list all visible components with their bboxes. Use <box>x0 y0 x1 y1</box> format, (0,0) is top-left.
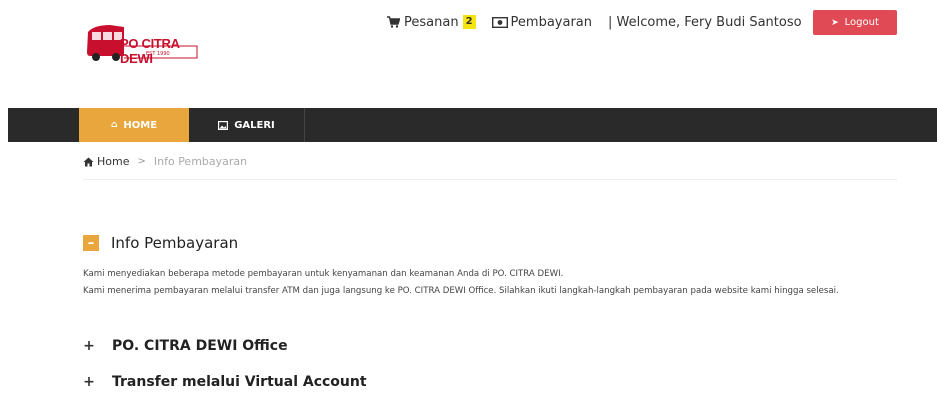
logout-icon: ➤ <box>831 17 839 28</box>
breadcrumb-home-label: Home <box>97 155 130 168</box>
accordion-label: Transfer melalui Virtual Account <box>112 374 367 390</box>
payment-link[interactable]: Pembayaran <box>491 14 592 30</box>
collapse-icon[interactable]: – <box>83 235 99 251</box>
money-icon <box>491 16 508 28</box>
description-paragraph: Kami menerima pembayaran melalui transfe… <box>83 286 839 296</box>
home-icon <box>83 157 94 166</box>
breadcrumb-divider <box>83 179 897 180</box>
payment-label: Pembayaran <box>510 14 592 30</box>
image-icon <box>218 120 229 130</box>
payment-description: Kami menyediakan beberapa metode pembaya… <box>83 266 897 300</box>
logout-button[interactable]: ➤ Logout <box>813 10 897 35</box>
logout-label: Logout <box>844 17 879 28</box>
nav-item-label: GALERI <box>234 119 275 131</box>
orders-count-badge: 2 <box>462 15 476 29</box>
home-icon: ⌂ <box>110 120 118 130</box>
page-title: Info Pembayaran <box>111 234 239 252</box>
breadcrumb-separator: > <box>137 156 146 167</box>
nav-item-label: HOME <box>123 119 158 131</box>
orders-link[interactable]: Pesanan 2 <box>387 15 476 30</box>
main-navbar: ⌂ HOME GALERI <box>8 108 937 142</box>
breadcrumb: Home > Info Pembayaran <box>83 155 247 168</box>
section-header[interactable]: – Info Pembayaran <box>83 234 238 252</box>
breadcrumb-home[interactable]: Home <box>83 155 129 168</box>
welcome-text: | Welcome, Fery Budi Santoso <box>608 14 802 30</box>
breadcrumb-current: Info Pembayaran <box>153 155 248 168</box>
cart-icon <box>387 16 400 28</box>
nav-item-galeri[interactable]: GALERI <box>189 108 305 142</box>
description-paragraph: Kami menyediakan beberapa metode pembaya… <box>83 269 564 279</box>
brand-subtitle: EST 1990 <box>146 51 170 57</box>
brand-logo[interactable]: PO CITRA DEWI EST 1990 <box>84 22 204 66</box>
top-nav: Pesanan 2 Pembayaran | Welcome, Fery Bud… <box>387 12 818 32</box>
orders-label: Pesanan <box>404 14 459 30</box>
expand-icon[interactable]: + <box>83 374 95 390</box>
nav-item-home[interactable]: ⌂ HOME <box>79 108 189 142</box>
accordion-label: PO. CITRA DEWI Office <box>112 338 288 354</box>
accordion-virtual-account[interactable]: + Transfer melalui Virtual Account <box>83 374 367 390</box>
expand-icon[interactable]: + <box>83 338 95 354</box>
accordion-office[interactable]: + PO. CITRA DEWI Office <box>83 338 288 354</box>
